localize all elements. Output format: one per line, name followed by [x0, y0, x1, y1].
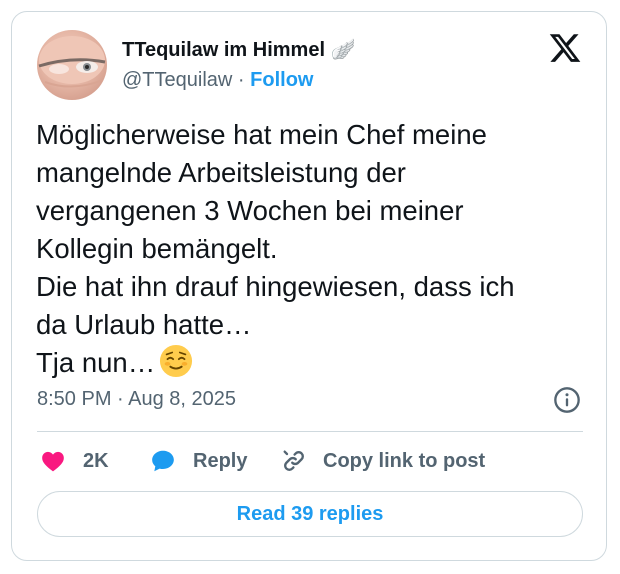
follow-button[interactable]: Follow [250, 69, 313, 91]
author-handle[interactable]: @TTequilaw [122, 69, 232, 91]
author-name[interactable]: TTequilaw im Himmel 🪽 [122, 37, 355, 62]
info-icon[interactable] [553, 386, 581, 414]
read-replies-label: Read 39 replies [236, 502, 384, 525]
relieved-face-icon [160, 344, 193, 378]
reply-bubble-icon [152, 450, 174, 472]
x-logo-icon[interactable] [548, 31, 582, 65]
tweet-text: Möglicherweise hat mein Chef meine mange… [36, 116, 586, 382]
divider [37, 431, 583, 432]
handle-separator: · [237, 69, 245, 91]
avatar-image [38, 36, 106, 88]
heart-icon [42, 451, 64, 472]
tweet-timestamp[interactable]: 8:50 PM · Aug 8, 2025 [37, 388, 236, 411]
tweet-card: TTequilaw im Himmel 🪽 @TTequilaw · Follo… [11, 11, 607, 561]
copy-link-label: Copy link to post [323, 449, 486, 472]
like-count: 2K [83, 449, 109, 472]
avatar[interactable] [37, 30, 107, 100]
author-handle-row: @TTequilaw · Follow [122, 69, 313, 92]
copy-link-action[interactable]: Copy link to post [280, 445, 485, 477]
read-replies-button[interactable]: Read 39 replies [37, 491, 583, 537]
link-icon [283, 450, 304, 471]
like-action[interactable]: 2K [39, 445, 109, 477]
reply-label: Reply [193, 449, 248, 472]
reply-action[interactable]: Reply [149, 445, 247, 477]
tweet-text-content: Möglicherweise hat mein Chef meine mange… [36, 119, 515, 378]
